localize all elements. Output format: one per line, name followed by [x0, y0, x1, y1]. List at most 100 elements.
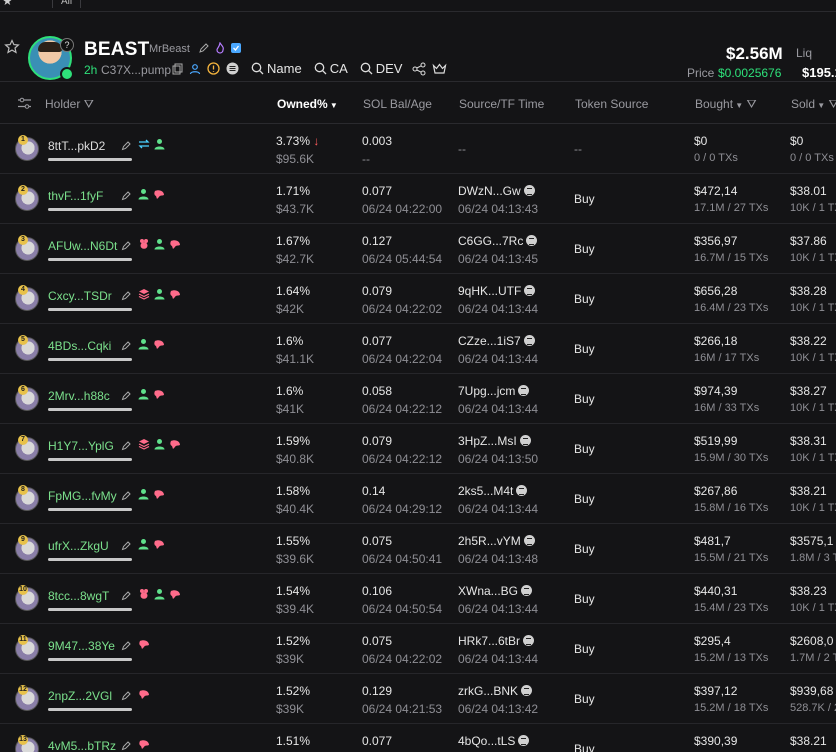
table-row[interactable]: 4 Cxcy...TSDr 1.64% $42K 0.079 06/24 04:22:02… [0, 274, 836, 324]
holder-address[interactable]: 8ttT...pkD2 [48, 139, 105, 153]
holder-avatar[interactable]: 13 [15, 735, 39, 752]
source[interactable]: 9qHK...UTF [458, 284, 536, 298]
holder-avatar[interactable]: 12 [15, 685, 39, 711]
table-row[interactable]: 13 4vM5...bTRz 1.51% 0.077 4bQo...tLS Buy $390… [0, 724, 836, 752]
source[interactable]: 4bQo...tLS [458, 734, 530, 748]
search-ca-button[interactable]: CA [314, 61, 348, 76]
holder-avatar[interactable]: 9 [15, 535, 39, 561]
table-row[interactable]: 3 AFUw...N6Dt 1.67% $42.7K 0.127 06/24 05:44:… [0, 224, 836, 274]
holder-address[interactable]: 4vM5...bTRz [48, 739, 116, 752]
holder-avatar[interactable]: 11 [15, 635, 39, 661]
holder-avatar[interactable]: 3 [15, 235, 39, 261]
solscan-icon[interactable] [519, 435, 531, 446]
edit-icon[interactable] [121, 640, 132, 651]
edit-icon[interactable] [121, 290, 132, 301]
col-source[interactable]: Source/TF Time [459, 97, 544, 111]
table-row[interactable]: 2 thvF...1fyF 1.71% $43.7K 0.077 06/24 04:22:… [0, 174, 836, 224]
edit-icon[interactable] [121, 490, 132, 501]
table-row[interactable]: 11 9M47...38Ye 1.52% $39K 0.075 06/24 04:22:0… [0, 624, 836, 674]
search-name-button[interactable]: Name [251, 61, 302, 76]
source[interactable]: XWna...BG [458, 584, 533, 598]
edit-icon[interactable] [121, 140, 132, 151]
col-owned[interactable]: Owned% ▼ [277, 97, 338, 111]
source[interactable]: 2h5R...vYM [458, 534, 535, 548]
holder-address[interactable]: FpMG...fvMy [48, 489, 117, 503]
holder-address[interactable]: H1Y7...YplG [48, 439, 114, 453]
source[interactable]: HRk7...6tBr [458, 634, 535, 648]
col-sol[interactable]: SOL Bal/Age [363, 97, 432, 111]
source[interactable]: DWzN...Gw [458, 184, 535, 198]
solscan-icon[interactable] [521, 685, 533, 696]
table-row[interactable]: 9 ufrX...ZkgU 1.55% $39.6K 0.075 06/24 04:50:… [0, 524, 836, 574]
edit-icon[interactable] [121, 540, 132, 551]
holder-address[interactable]: 8tcc...8wgT [48, 589, 109, 603]
edit-icon[interactable] [121, 740, 132, 751]
funnel-icon[interactable]: ⛛ [80, 97, 94, 111]
solscan-icon[interactable] [526, 235, 538, 246]
solscan-icon[interactable] [521, 585, 533, 596]
filter-select[interactable]: All [52, 0, 82, 8]
edit-icon[interactable] [121, 340, 132, 351]
table-row[interactable]: 1 8ttT...pkD2 3.73% ↓ $95.6K 0.003 -- -- -- $0 0 … [0, 124, 836, 174]
col-holder[interactable]: Holder ⛛ [45, 97, 94, 112]
holder-avatar[interactable]: 8 [15, 485, 39, 511]
table-row[interactable]: 5 4BDs...Cqki 1.6% $41.1K 0.077 06/24 04:22:0… [0, 324, 836, 374]
source[interactable]: 7Upg...jcm [458, 384, 530, 398]
holder-avatar[interactable]: 5 [15, 335, 39, 361]
edit-icon[interactable] [198, 42, 210, 54]
solscan-icon[interactable] [523, 635, 535, 646]
holder-address[interactable]: thvF...1fyF [48, 189, 103, 203]
source[interactable]: C6GG...7Rc [458, 234, 538, 248]
col-bought[interactable]: Bought ▼ ⛛ [695, 97, 757, 112]
table-row[interactable]: 12 2npZ...2VGl 1.52% $39K 0.129 06/24 04:21:5… [0, 674, 836, 724]
edit-icon[interactable] [121, 440, 132, 451]
search-dev-button[interactable]: DEV [360, 61, 402, 76]
holder-address[interactable]: 4BDs...Cqki [48, 339, 111, 353]
source[interactable]: 3HpZ...MsI [458, 434, 531, 448]
funnel-icon[interactable]: ⛛ [825, 97, 836, 111]
col-token-source[interactable]: Token Source [575, 97, 648, 111]
source[interactable]: 2ks5...M4t [458, 484, 528, 498]
table-row[interactable]: 7 H1Y7...YplG 1.59% $40.8K 0.079 06/24 04:22:… [0, 424, 836, 474]
solscan-icon[interactable] [226, 62, 239, 75]
table-row[interactable]: 6 2Mrv...h88c 1.6% $41K 0.058 06/24 04:22:12 7… [0, 374, 836, 424]
crown-icon[interactable] [432, 62, 447, 75]
holders-icon[interactable] [189, 63, 201, 75]
contract-address[interactable]: C37X...pump [101, 63, 171, 77]
edit-icon[interactable] [121, 240, 132, 251]
funnel-icon[interactable]: ⛛ [743, 97, 757, 111]
source[interactable]: CZze...1iS7 [458, 334, 535, 348]
col-sold[interactable]: Sold ▼ ⛛ [791, 97, 836, 112]
holder-address[interactable]: ufrX...ZkgU [48, 539, 109, 553]
solscan-icon[interactable] [516, 485, 528, 496]
share-icon[interactable] [412, 62, 426, 76]
holder-avatar[interactable]: 7 [15, 435, 39, 461]
holder-avatar[interactable]: 1 [15, 135, 39, 161]
table-row[interactable]: 8 FpMG...fvMy 1.58% $40.4K 0.14 06/24 04:29:1… [0, 474, 836, 524]
edit-icon[interactable] [121, 190, 132, 201]
edit-icon[interactable] [121, 590, 132, 601]
source[interactable]: zrkG...BNK [458, 684, 533, 698]
star-outline-icon[interactable] [4, 39, 20, 55]
holder-address[interactable]: 9M47...38Ye [48, 639, 115, 653]
copy-icon[interactable] [172, 63, 183, 75]
star-icon[interactable]: ★ [2, 0, 13, 8]
edit-icon[interactable] [121, 390, 132, 401]
holder-address[interactable]: AFUw...N6Dt [48, 239, 117, 253]
table-row[interactable]: 10 8tcc...8wgT 1.54% $39.4K 0.106 06/24 04:50… [0, 574, 836, 624]
holder-avatar[interactable]: 2 [15, 185, 39, 211]
solscan-icon[interactable] [523, 335, 535, 346]
holder-address[interactable]: 2npZ...2VGl [48, 689, 112, 703]
edit-icon[interactable] [121, 690, 132, 701]
solscan-icon[interactable] [523, 185, 535, 196]
holder-address[interactable]: Cxcy...TSDr [48, 289, 112, 303]
holder-address[interactable]: 2Mrv...h88c [48, 389, 110, 403]
solscan-icon[interactable] [523, 535, 535, 546]
solscan-icon[interactable] [518, 385, 530, 396]
warning-icon[interactable] [207, 62, 220, 75]
solscan-icon[interactable] [518, 735, 530, 746]
holder-avatar[interactable]: 10 [15, 585, 39, 611]
holder-avatar[interactable]: 4 [15, 285, 39, 311]
holder-avatar[interactable]: 6 [15, 385, 39, 411]
filter-settings-icon[interactable] [17, 97, 32, 110]
